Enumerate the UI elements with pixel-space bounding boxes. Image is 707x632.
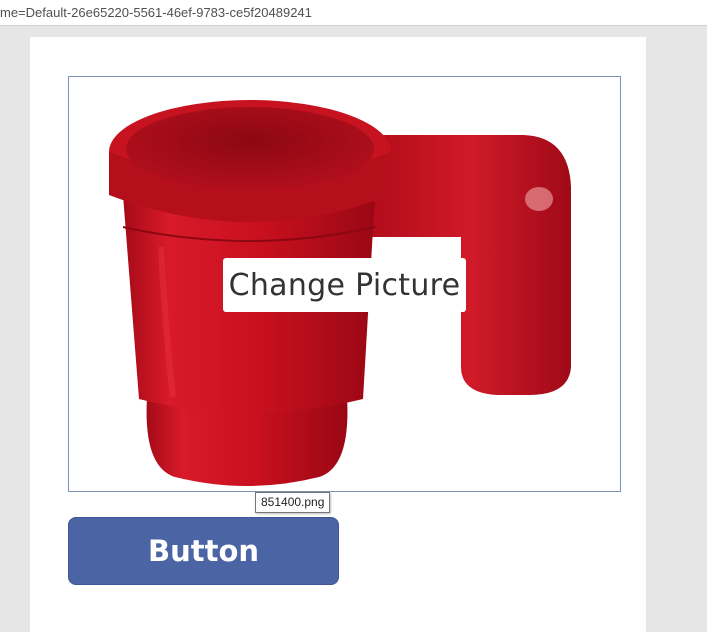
filename-tooltip: 851400.png xyxy=(255,492,331,513)
change-picture-label[interactable]: Change Picture xyxy=(223,258,466,312)
url-text: me=Default-26e65220-5561-46ef-9783-ce5f2… xyxy=(0,5,312,20)
primary-button[interactable]: Button xyxy=(68,517,339,585)
address-bar[interactable]: me=Default-26e65220-5561-46ef-9783-ce5f2… xyxy=(0,0,707,26)
